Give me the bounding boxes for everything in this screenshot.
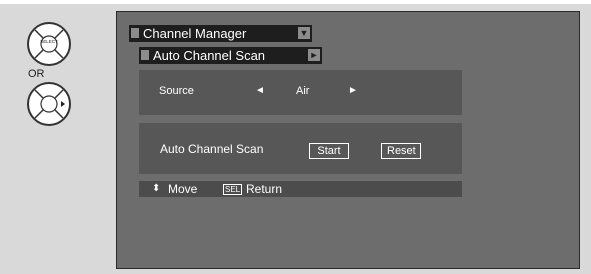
auto-channel-scan-title: Auto Channel Scan — [153, 48, 266, 63]
source-row[interactable]: Source ◄ Air ► — [139, 70, 462, 115]
start-button[interactable]: Start — [309, 143, 349, 159]
auto-channel-scan-title-bar[interactable]: Auto Channel Scan ► — [139, 47, 322, 64]
move-label: Move — [168, 182, 198, 196]
source-value: Air — [296, 85, 310, 97]
return-label: Return — [246, 182, 283, 196]
move-icon: ⬍ — [152, 183, 161, 194]
menu-bar-icon — [131, 28, 139, 38]
right-arrow-icon[interactable]: ► — [348, 85, 358, 96]
submenu-bar-icon — [141, 50, 149, 60]
select-pad-icon — [34, 29, 64, 59]
source-label: Source — [159, 85, 194, 97]
help-footer: ⬍ Move SEL Return — [139, 181, 462, 197]
auto-channel-scan-label: Auto Channel Scan — [160, 142, 264, 156]
nav-pad-icon — [34, 89, 65, 119]
channel-manager-title-bar[interactable]: Channel Manager ▼ — [129, 25, 312, 42]
reset-button[interactable]: Reset — [381, 143, 421, 159]
right-arrow-icon: ► — [308, 49, 320, 61]
select-button-circle: SELECT — [27, 22, 71, 66]
channel-manager-title: Channel Manager — [143, 26, 247, 41]
navigation-pad-diagram — [27, 82, 71, 126]
select-label: SELECT — [40, 39, 58, 44]
left-arrow-icon[interactable]: ◄ — [255, 85, 265, 96]
or-label: OR — [28, 68, 45, 80]
dropdown-arrow-icon: ▼ — [298, 27, 310, 39]
auto-channel-scan-row: Auto Channel Scan Start Reset — [139, 123, 462, 174]
sel-key-icon: SEL — [223, 184, 243, 195]
